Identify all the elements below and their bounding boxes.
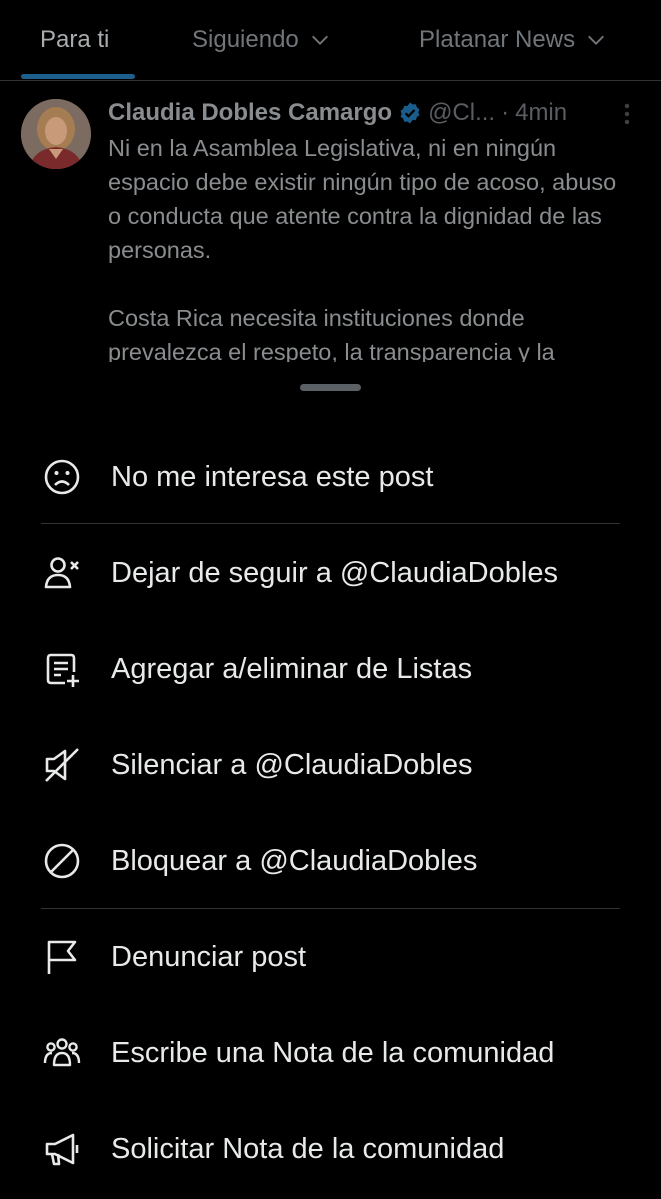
chevron-down-icon <box>588 35 605 45</box>
post-options-sheet: No me interesa este post Dejar de seguir… <box>0 362 661 1199</box>
more-options-icon[interactable] <box>616 99 638 129</box>
tab-siguiendo[interactable]: Siguiendo <box>192 26 331 54</box>
menu-label: Bloquear a @ClaudiaDobles <box>111 844 478 877</box>
list-add-icon <box>42 649 82 689</box>
tweet-time: 4min <box>515 99 568 126</box>
menu-label: Agregar a/eliminar de Listas <box>111 652 473 685</box>
tab-label: Para ti <box>40 26 110 53</box>
tweet-text: Ni en la Asamblea Legislativa, ni en nin… <box>108 131 628 369</box>
menu-item-report[interactable]: Denunciar post <box>0 909 661 1005</box>
author-handle: @Cl... <box>428 99 496 126</box>
tab-label: Siguiendo <box>192 26 299 53</box>
verified-badge-icon <box>400 102 420 124</box>
menu-item-unfollow[interactable]: Dejar de seguir a @ClaudiaDobles <box>0 525 661 621</box>
block-icon <box>42 841 82 881</box>
person-remove-icon <box>42 553 82 593</box>
megaphone-icon <box>42 1129 82 1169</box>
menu-item-write-note[interactable]: Escribe una Nota de la comunidad <box>0 1005 661 1101</box>
menu-item-request-note[interactable]: Solicitar Nota de la comunidad <box>0 1101 661 1197</box>
menu-label: Solicitar Nota de la comunidad <box>111 1132 505 1165</box>
avatar[interactable] <box>21 99 91 169</box>
timeline-tabs: Para ti Siguiendo Platanar News <box>0 0 661 81</box>
tab-label: Platanar News <box>419 26 576 53</box>
chevron-down-icon <box>311 35 328 45</box>
menu-label: Denunciar post <box>111 940 307 973</box>
menu-item-mute[interactable]: Silenciar a @ClaudiaDobles <box>0 717 661 813</box>
timeline-background: Para ti Siguiendo Platanar News Claudia … <box>0 0 661 380</box>
active-tab-indicator <box>21 74 135 79</box>
menu-item-lists[interactable]: Agregar a/eliminar de Listas <box>0 621 661 717</box>
tweet[interactable]: Claudia Dobles Camargo @Cl... · 4min Ni … <box>0 81 661 381</box>
menu-label: Silenciar a @ClaudiaDobles <box>111 748 473 781</box>
tab-para-ti[interactable]: Para ti <box>40 26 109 54</box>
menu-label: Dejar de seguir a @ClaudiaDobles <box>111 556 558 589</box>
community-icon <box>42 1033 82 1073</box>
flag-icon <box>42 937 82 977</box>
author-name[interactable]: Claudia Dobles Camargo <box>108 99 392 127</box>
speaker-mute-icon <box>42 745 82 785</box>
separator-dot: · <box>501 99 510 126</box>
divider <box>41 523 620 524</box>
menu-label: No me interesa este post <box>111 460 434 493</box>
menu-item-block[interactable]: Bloquear a @ClaudiaDobles <box>0 813 661 909</box>
menu-item-not-interested[interactable]: No me interesa este post <box>0 429 661 525</box>
sheet-grabber[interactable] <box>300 384 361 391</box>
tweet-paragraph: Ni en la Asamblea Legislativa, ni en nin… <box>108 135 617 263</box>
tweet-paragraph: Costa Rica necesita instituciones donde … <box>108 305 555 365</box>
tab-platanar-news[interactable]: Platanar News <box>419 26 607 54</box>
tweet-header: Claudia Dobles Camargo @Cl... · 4min <box>108 97 648 129</box>
frown-face-icon <box>42 457 82 497</box>
menu-label: Escribe una Nota de la comunidad <box>111 1036 555 1069</box>
